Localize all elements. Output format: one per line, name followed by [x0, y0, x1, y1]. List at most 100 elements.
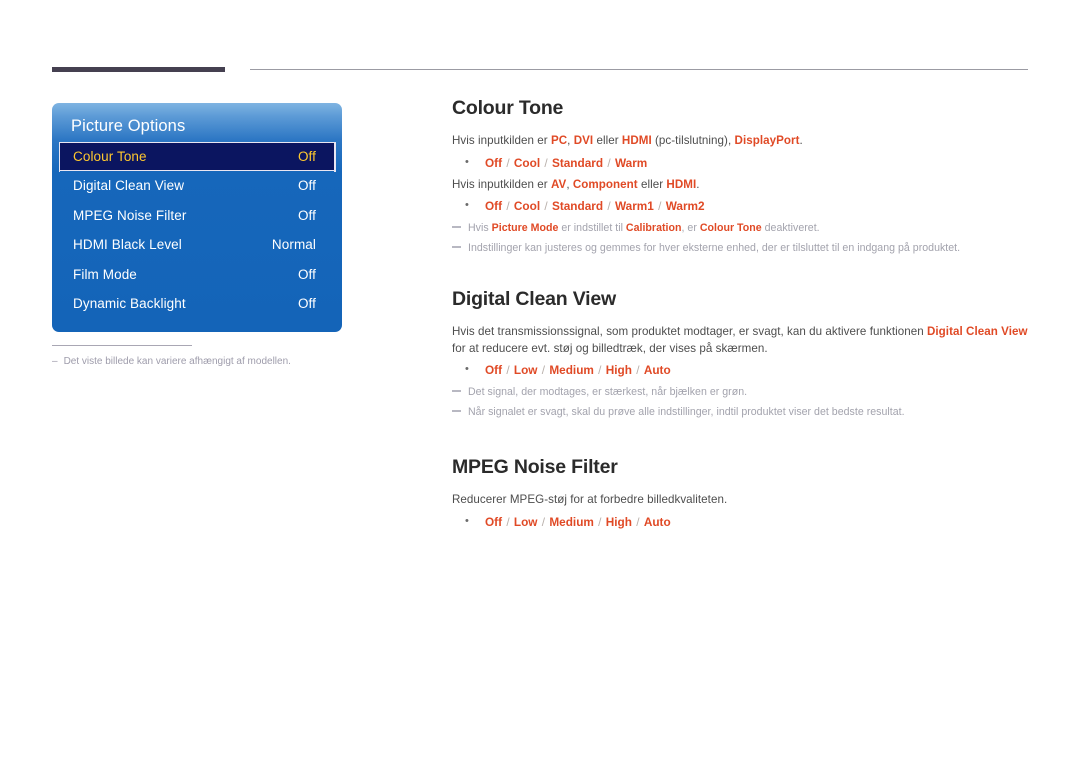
option-value: Standard: [551, 199, 604, 213]
text-run: (pc-tilslutning),: [651, 134, 735, 147]
header-rule-thin: [250, 69, 1028, 70]
list-item: Off / Low / Medium / High / Auto: [452, 360, 1028, 380]
option-separator: /: [594, 514, 605, 529]
colour-tone-note-1: Hvis Picture Mode er indstillet til Cali…: [452, 221, 1028, 236]
option-value: Low: [513, 514, 538, 529]
list-item: Off / Cool / Standard / Warm: [452, 153, 1028, 173]
text-run: for at reducere evt. støj og billedtræk,…: [452, 341, 768, 355]
colour-tone-note-2: Indstillinger kan justeres og gemmes for…: [452, 241, 1028, 256]
option-value: Medium: [549, 363, 594, 377]
option-separator: /: [541, 199, 551, 213]
option-value: Auto: [643, 514, 671, 529]
header-rule-dark: [52, 67, 225, 72]
option-value: Warm: [614, 155, 648, 170]
text-run: .: [799, 134, 803, 147]
digital-clean-view-options: Off / Low / Medium / High / Auto: [452, 360, 1028, 380]
mpeg-noise-filter-options: Off / Low / Medium / High / Auto: [452, 512, 1028, 532]
highlight-hdmi: HDMI: [666, 177, 697, 191]
caption-label: Det viste billede kan variere afhængigt …: [63, 356, 291, 367]
option-value: Off: [485, 199, 503, 213]
digital-clean-view-paragraph-1: Hvis det transmissionssignal, som produk…: [452, 324, 1028, 357]
digital-clean-view-note-2: Når signalet er svagt, skal du prøve all…: [452, 405, 1028, 420]
osd-row-value: Off: [297, 207, 316, 223]
highlight-component: Component: [572, 177, 638, 191]
option-separator: /: [632, 514, 643, 529]
text-run: eller: [593, 134, 622, 147]
option-separator: /: [503, 363, 513, 377]
caption-dash-marker: –: [52, 356, 58, 367]
osd-row-colour-tone[interactable]: Colour Tone Off: [58, 141, 336, 172]
osd-row-value: Normal: [271, 237, 316, 253]
colour-tone-options-pc: Off / Cool / Standard / Warm: [452, 153, 1028, 173]
option-value: Warm1: [614, 199, 654, 213]
option-separator: /: [654, 199, 665, 213]
osd-picture-options-panel: Picture Options Colour Tone Off Digital …: [52, 103, 342, 332]
option-separator: /: [538, 363, 549, 377]
heading-mpeg-noise-filter: MPEG Noise Filter: [452, 456, 618, 478]
text-run: , er: [681, 222, 700, 234]
text-run: er indstillet til: [558, 222, 626, 234]
list-item: Off / Cool / Standard / Warm1 / Warm2: [452, 196, 1028, 216]
option-value: Medium: [549, 514, 594, 529]
osd-row-hdmi-black-level[interactable]: HDMI Black Level Normal: [52, 230, 342, 260]
text-run: deaktiveret.: [761, 222, 820, 234]
text-run: Hvis det transmissionssignal, som produk…: [452, 325, 927, 338]
text-run: .: [696, 177, 700, 191]
highlight-pc: PC: [550, 134, 568, 147]
option-value: Off: [485, 155, 503, 170]
osd-row-value: Off: [297, 178, 316, 194]
option-separator: /: [541, 155, 551, 170]
option-value: High: [605, 363, 632, 377]
highlight-digital-clean-view: Digital Clean View: [926, 325, 1028, 338]
osd-row-mpeg-noise-filter[interactable]: MPEG Noise Filter Off: [52, 201, 342, 231]
osd-menu-list: Colour Tone Off Digital Clean View Off M…: [52, 141, 342, 319]
highlight-hdmi: HDMI: [621, 134, 652, 147]
left-column: Picture Options Colour Tone Off Digital …: [52, 103, 342, 369]
right-column: Colour Tone Hvis inputkilden er PC, DVI …: [452, 96, 1028, 536]
osd-row-value: Off: [297, 266, 316, 282]
mpeg-noise-filter-paragraph-1: Reducerer MPEG-støj for at forbedre bill…: [452, 493, 728, 506]
highlight-dvi: DVI: [573, 134, 594, 147]
text-run: Hvis: [468, 222, 492, 234]
option-separator: /: [632, 363, 643, 377]
highlight-displayport: DisplayPort: [734, 134, 800, 147]
section-digital-clean-view: Digital Clean View Hvis det transmission…: [452, 287, 1028, 420]
section-mpeg-noise-filter: MPEG Noise Filter Reducerer MPEG-støj fo…: [452, 455, 1028, 532]
highlight-colour-tone: Colour Tone: [699, 222, 762, 234]
text-run: eller: [637, 177, 667, 191]
digital-clean-view-note-1: Det signal, der modtages, er stærkest, n…: [452, 385, 1028, 400]
osd-row-label: MPEG Noise Filter: [73, 207, 187, 223]
osd-row-dynamic-backlight[interactable]: Dynamic Backlight Off: [52, 289, 342, 319]
osd-row-label: Film Mode: [73, 266, 137, 282]
osd-row-digital-clean-view[interactable]: Digital Clean View Off: [52, 171, 342, 201]
osd-panel-title: Picture Options: [71, 117, 186, 135]
highlight-calibration: Calibration: [625, 222, 682, 234]
highlight-av: AV: [550, 177, 567, 191]
osd-row-value: Off: [297, 149, 316, 164]
option-value: Warm2: [665, 199, 705, 213]
section-colour-tone: Colour Tone Hvis inputkilden er PC, DVI …: [452, 96, 1028, 256]
osd-row-value: Off: [297, 296, 316, 312]
osd-row-label: HDMI Black Level: [73, 237, 182, 253]
osd-row-label: Digital Clean View: [73, 178, 185, 194]
caption-divider: [52, 345, 192, 346]
option-value: Cool: [513, 155, 541, 170]
option-value: High: [605, 514, 632, 529]
option-separator: /: [604, 199, 614, 213]
colour-tone-options-av: Off / Cool / Standard / Warm1 / Warm2: [452, 196, 1028, 216]
option-value: Low: [513, 363, 538, 377]
colour-tone-paragraph-1: Hvis inputkilden er PC, DVI eller HDMI (…: [452, 133, 1028, 150]
highlight-picture-mode: Picture Mode: [491, 222, 559, 234]
option-value: Auto: [643, 363, 671, 377]
osd-row-label: Dynamic Backlight: [73, 296, 186, 312]
page-header: [0, 0, 1080, 90]
colour-tone-paragraph-2: Hvis inputkilden er AV, Component eller …: [452, 177, 1028, 194]
osd-caption: – Det viste billede kan variere afhængig…: [52, 355, 342, 369]
osd-row-film-mode[interactable]: Film Mode Off: [52, 260, 342, 290]
heading-colour-tone: Colour Tone: [452, 97, 564, 119]
text-run: Hvis inputkilden er: [452, 177, 551, 191]
option-value: Off: [485, 363, 503, 377]
option-separator: /: [503, 514, 513, 529]
heading-digital-clean-view: Digital Clean View: [452, 288, 617, 310]
option-value: Standard: [551, 155, 604, 170]
